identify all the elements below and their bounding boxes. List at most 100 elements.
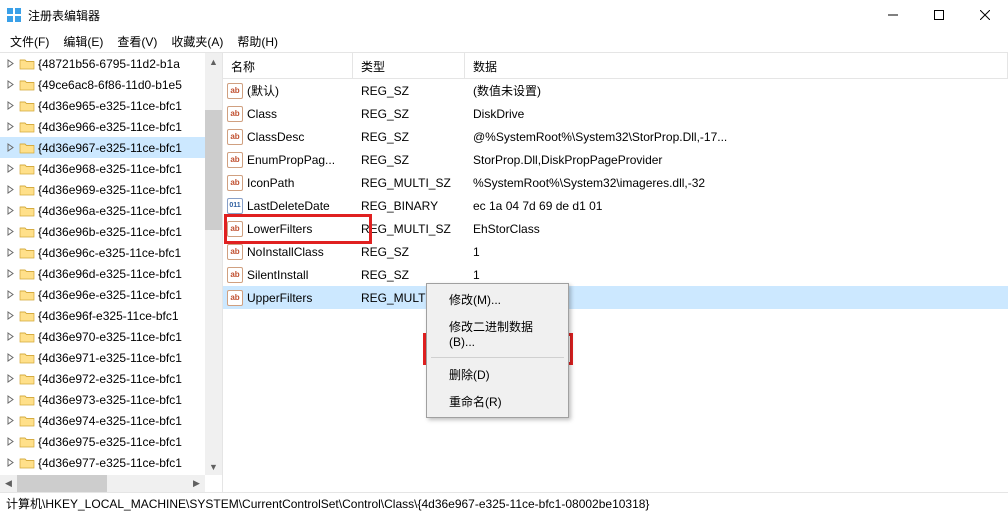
value-name: ClassDesc bbox=[247, 130, 304, 144]
folder-icon bbox=[19, 287, 35, 303]
tree-expander-icon[interactable] bbox=[6, 457, 17, 468]
tree-expander-icon[interactable] bbox=[6, 289, 17, 300]
tree-expander-icon[interactable] bbox=[6, 142, 17, 153]
column-header-type[interactable]: 类型 bbox=[353, 53, 465, 78]
tree-expander-icon[interactable] bbox=[6, 436, 17, 447]
value-name: Class bbox=[247, 107, 277, 121]
list-row[interactable]: abClassDescREG_SZ@%SystemRoot%\System32\… bbox=[223, 125, 1008, 148]
tree-item[interactable]: {4d36e965-e325-11ce-bfc1 bbox=[0, 95, 222, 116]
tree-expander-icon[interactable] bbox=[6, 247, 17, 258]
tree-expander-icon[interactable] bbox=[6, 205, 17, 216]
tree-item[interactable]: {4d36e96b-e325-11ce-bfc1 bbox=[0, 221, 222, 242]
menu-edit[interactable]: 编辑(E) bbox=[57, 31, 109, 52]
tree-item[interactable]: {48721b56-6795-11d2-b1a bbox=[0, 53, 222, 74]
tree-item-label: {4d36e968-e325-11ce-bfc1 bbox=[38, 162, 182, 176]
tree-expander-icon[interactable] bbox=[6, 226, 17, 237]
tree-item[interactable]: {4d36e967-e325-11ce-bfc1 bbox=[0, 137, 222, 158]
tree-expander-icon[interactable] bbox=[6, 394, 17, 405]
scroll-thumb[interactable] bbox=[205, 110, 222, 230]
list-row[interactable]: abIconPathREG_MULTI_SZ%SystemRoot%\Syste… bbox=[223, 171, 1008, 194]
maximize-button[interactable] bbox=[916, 0, 962, 30]
title-bar: 注册表编辑器 bbox=[0, 0, 1008, 30]
tree-item[interactable]: {4d36e969-e325-11ce-bfc1 bbox=[0, 179, 222, 200]
folder-icon bbox=[19, 371, 35, 387]
list-row[interactable]: abUpperFiltersREG_MULTI_SZPartMgr bbox=[223, 286, 1008, 309]
tree-item[interactable]: {4d36e974-e325-11ce-bfc1 bbox=[0, 410, 222, 431]
scroll-thumb[interactable] bbox=[17, 475, 107, 492]
list-row[interactable]: ab(默认)REG_SZ(数值未设置) bbox=[223, 79, 1008, 102]
tree-item-label: {4d36e973-e325-11ce-bfc1 bbox=[38, 393, 182, 407]
scroll-left-icon[interactable]: ◀ bbox=[0, 475, 17, 492]
context-menu-rename[interactable]: 重命名(R) bbox=[429, 388, 566, 415]
tree-item[interactable]: {4d36e96e-e325-11ce-bfc1 bbox=[0, 284, 222, 305]
tree-item-label: {4d36e96d-e325-11ce-bfc1 bbox=[38, 267, 182, 281]
column-header-name[interactable]: 名称 bbox=[223, 53, 353, 78]
tree-item[interactable]: {4d36e968-e325-11ce-bfc1 bbox=[0, 158, 222, 179]
scroll-down-icon[interactable]: ▼ bbox=[205, 458, 222, 475]
list-body: ab(默认)REG_SZ(数值未设置)abClassREG_SZDiskDriv… bbox=[223, 79, 1008, 492]
tree-item[interactable]: {4d36e971-e325-11ce-bfc1 bbox=[0, 347, 222, 368]
context-menu-modify-binary[interactable]: 修改二进制数据(B)... bbox=[429, 313, 566, 354]
tree-expander-icon[interactable] bbox=[6, 163, 17, 174]
tree-expander-icon[interactable] bbox=[6, 268, 17, 279]
tree-item-label: {4d36e96c-e325-11ce-bfc1 bbox=[38, 246, 181, 260]
list-header: 名称 类型 数据 bbox=[223, 53, 1008, 79]
list-row[interactable]: abEnumPropPag...REG_SZStorProp.Dll,DiskP… bbox=[223, 148, 1008, 171]
close-button[interactable] bbox=[962, 0, 1008, 30]
menu-favorites[interactable]: 收藏夹(A) bbox=[165, 31, 229, 52]
tree-item[interactable]: {49ce6ac8-6f86-11d0-b1e5 bbox=[0, 74, 222, 95]
context-menu-separator bbox=[431, 357, 564, 358]
menu-view[interactable]: 查看(V) bbox=[111, 31, 163, 52]
tree-expander-icon[interactable] bbox=[6, 310, 17, 321]
tree-expander-icon[interactable] bbox=[6, 121, 17, 132]
tree-expander-icon[interactable] bbox=[6, 415, 17, 426]
tree-item-label: {4d36e972-e325-11ce-bfc1 bbox=[38, 372, 182, 386]
string-value-icon: ab bbox=[227, 175, 243, 191]
tree-item-label: {4d36e96f-e325-11ce-bfc1 bbox=[38, 309, 179, 323]
tree-item[interactable]: {4d36e977-e325-11ce-bfc1 bbox=[0, 452, 222, 473]
tree-item[interactable]: {4d36e973-e325-11ce-bfc1 bbox=[0, 389, 222, 410]
scroll-up-icon[interactable]: ▲ bbox=[205, 53, 222, 70]
folder-icon bbox=[19, 392, 35, 408]
tree-item[interactable]: {4d36e972-e325-11ce-bfc1 bbox=[0, 368, 222, 389]
string-value-icon: ab bbox=[227, 83, 243, 99]
tree-item[interactable]: {4d36e970-e325-11ce-bfc1 bbox=[0, 326, 222, 347]
tree-expander-icon[interactable] bbox=[6, 184, 17, 195]
tree-item[interactable]: {4d36e96d-e325-11ce-bfc1 bbox=[0, 263, 222, 284]
tree-expander-icon[interactable] bbox=[6, 58, 17, 69]
menu-bar: 文件(F) 编辑(E) 查看(V) 收藏夹(A) 帮助(H) bbox=[0, 30, 1008, 52]
list-row[interactable]: abSilentInstallREG_SZ1 bbox=[223, 263, 1008, 286]
menu-help[interactable]: 帮助(H) bbox=[231, 31, 284, 52]
tree-expander-icon[interactable] bbox=[6, 100, 17, 111]
column-header-data[interactable]: 数据 bbox=[465, 53, 1008, 78]
folder-icon bbox=[19, 329, 35, 345]
tree-item-label: {4d36e975-e325-11ce-bfc1 bbox=[38, 435, 182, 449]
value-type: REG_BINARY bbox=[353, 199, 465, 213]
tree-scrollbar-horizontal[interactable]: ◀ ▶ bbox=[0, 475, 205, 492]
tree-expander-icon[interactable] bbox=[6, 373, 17, 384]
tree-expander-icon[interactable] bbox=[6, 352, 17, 363]
minimize-button[interactable] bbox=[870, 0, 916, 30]
folder-icon bbox=[19, 77, 35, 93]
tree-item[interactable]: {4d36e96a-e325-11ce-bfc1 bbox=[0, 200, 222, 221]
tree-expander-icon[interactable] bbox=[6, 331, 17, 342]
list-row[interactable]: abLowerFiltersREG_MULTI_SZEhStorClass bbox=[223, 217, 1008, 240]
string-value-icon: ab bbox=[227, 106, 243, 122]
list-row[interactable]: abClassREG_SZDiskDrive bbox=[223, 102, 1008, 125]
tree-item[interactable]: {4d36e975-e325-11ce-bfc1 bbox=[0, 431, 222, 452]
tree-expander-icon[interactable] bbox=[6, 79, 17, 90]
tree-pane: {48721b56-6795-11d2-b1a{49ce6ac8-6f86-11… bbox=[0, 53, 223, 492]
scroll-right-icon[interactable]: ▶ bbox=[188, 475, 205, 492]
context-menu: 修改(M)... 修改二进制数据(B)... 删除(D) 重命名(R) bbox=[426, 283, 569, 418]
tree-item[interactable]: {4d36e96c-e325-11ce-bfc1 bbox=[0, 242, 222, 263]
context-menu-modify[interactable]: 修改(M)... bbox=[429, 286, 566, 313]
context-menu-delete[interactable]: 删除(D) bbox=[429, 361, 566, 388]
tree-item[interactable]: {4d36e96f-e325-11ce-bfc1 bbox=[0, 305, 222, 326]
value-data: ec 1a 04 7d 69 de d1 01 bbox=[465, 199, 1008, 213]
menu-file[interactable]: 文件(F) bbox=[4, 31, 55, 52]
tree-item[interactable]: {4d36e966-e325-11ce-bfc1 bbox=[0, 116, 222, 137]
list-row[interactable]: 011LastDeleteDateREG_BINARYec 1a 04 7d 6… bbox=[223, 194, 1008, 217]
folder-icon bbox=[19, 434, 35, 450]
tree-scrollbar-vertical[interactable]: ▲ ▼ bbox=[205, 53, 222, 475]
list-row[interactable]: abNoInstallClassREG_SZ1 bbox=[223, 240, 1008, 263]
